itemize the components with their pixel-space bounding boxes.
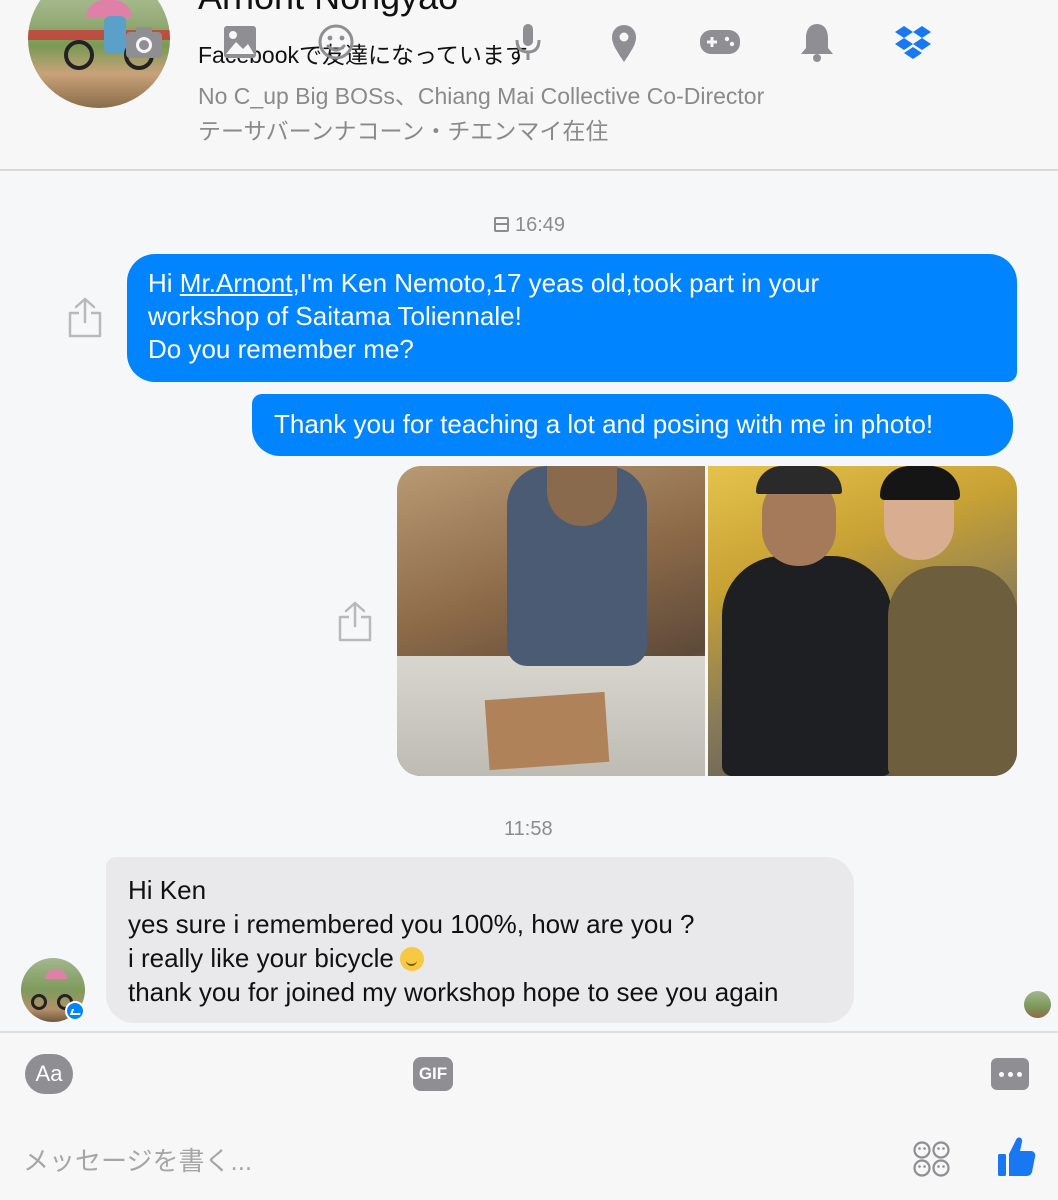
profile-location: テーサバーンナコーン・チエンマイ在住 (198, 118, 609, 144)
text-format-button[interactable]: Aa (25, 1054, 73, 1094)
outgoing-message[interactable]: Hi Mr.Arnont,I'm Ken Nemoto,17 yeas old,… (127, 254, 1017, 382)
like-icon[interactable] (996, 1134, 1036, 1178)
bell-icon[interactable] (791, 18, 843, 66)
smiley-emoji-icon (399, 947, 424, 971)
message-text: yes sure i remembered you 100%, how are … (128, 909, 695, 939)
share-icon[interactable] (336, 600, 374, 642)
message-text: Hi Ken (128, 875, 207, 905)
timestamp-divider: 16:49 (494, 214, 565, 237)
dropbox-icon[interactable] (887, 18, 939, 66)
photo-selfie[interactable] (708, 466, 1017, 776)
timestamp-text: 16:49 (515, 214, 566, 236)
message-text: Hi (148, 268, 180, 298)
incoming-message[interactable]: Hi Ken yes sure i remembered you 100%, h… (106, 857, 854, 1023)
stickers-icon[interactable] (912, 1140, 952, 1178)
message-text: thank you for joined my workshop hope to… (128, 977, 779, 1007)
messenger-badge-icon (65, 1001, 85, 1021)
location-icon[interactable] (598, 18, 650, 66)
timestamp-divider: 11:58 (504, 818, 553, 840)
profile-work: No C_up Big BOSs、Chiang Mai Collective C… (198, 83, 765, 109)
gallery-icon[interactable] (214, 18, 266, 66)
message-text: Do you remember me? (148, 334, 414, 364)
message-text: workshop of Saitama Toliennale! (148, 301, 522, 331)
more-button[interactable] (991, 1058, 1029, 1090)
mention-link[interactable]: Mr.Arnont (180, 268, 293, 298)
profile-name[interactable]: Arnont Nongyao (198, 0, 458, 18)
photo-attachments (397, 466, 1017, 776)
outgoing-message[interactable]: Thank you for teaching a lot and posing … (252, 394, 1013, 456)
gif-button[interactable]: GIF (413, 1057, 453, 1091)
message-input[interactable]: メッセージを書く... (23, 1141, 252, 1178)
calendar-icon (494, 217, 509, 232)
microphone-icon[interactable] (502, 18, 554, 66)
message-text: i really like your bicycle (128, 943, 394, 973)
read-receipt-avatar (1024, 991, 1051, 1018)
message-text: ,I'm Ken Nemoto,17 yeas old,took part in… (292, 268, 820, 298)
game-controller-icon[interactable] (694, 18, 746, 66)
photo-workshop[interactable] (397, 466, 705, 776)
share-icon[interactable] (66, 296, 104, 338)
emoji-icon[interactable] (310, 18, 362, 66)
camera-icon[interactable] (118, 18, 170, 66)
